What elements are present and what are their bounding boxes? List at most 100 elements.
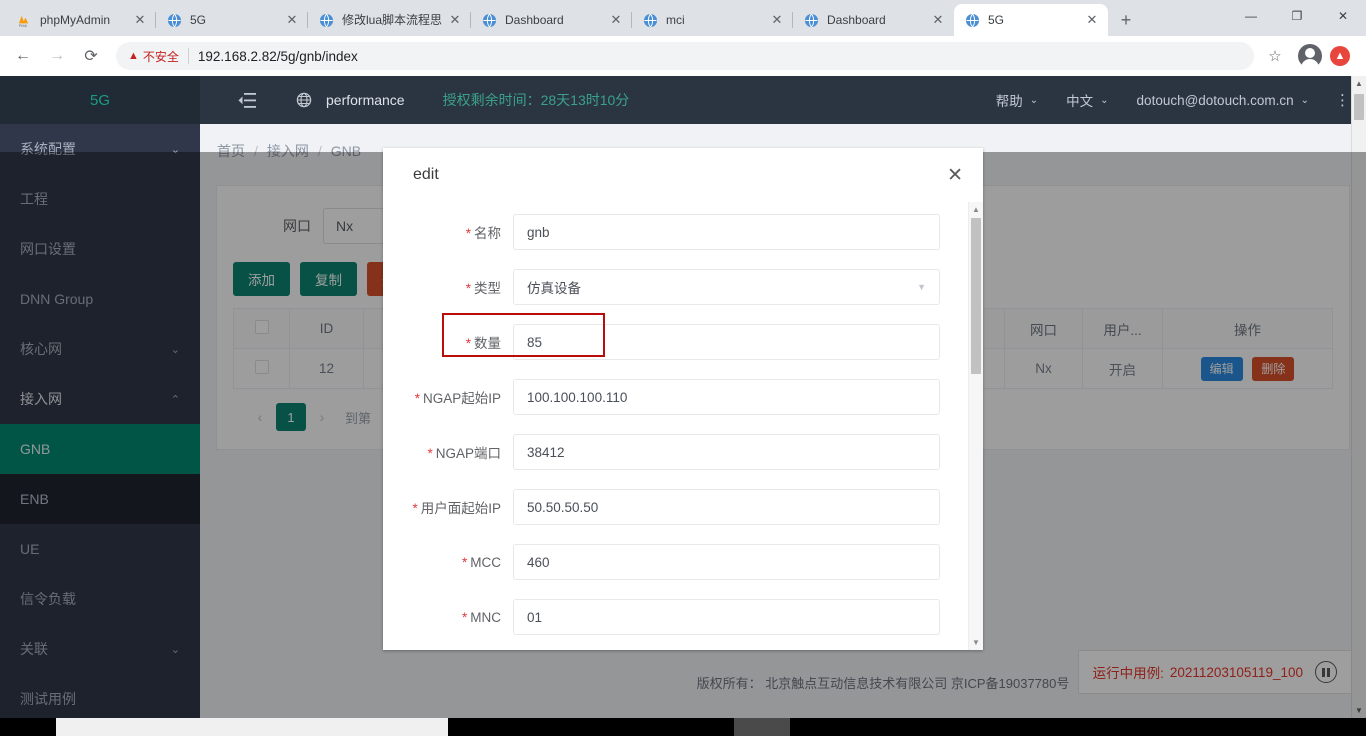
tab-title: Dashboard — [827, 13, 886, 27]
app-header: performance 授权剩余时间：28天13时10分 帮助 ⌄ 中文 ⌄ d… — [200, 76, 1366, 124]
label-mcc: * MCC — [383, 555, 513, 570]
tab-title: mci — [666, 13, 685, 27]
form-row-user-plane-start-ip: * 用户面起始IP 50.50.50.50 — [383, 489, 940, 525]
tab-close-icon[interactable]: ✕ — [132, 12, 148, 28]
input-ngap-port[interactable]: 38412 — [513, 434, 940, 470]
edit-dialog: edit ✕ * 名称 gnb * 类型 仿真设备 ▼ * 数量 85 * NG… — [383, 148, 983, 650]
label-mnc: * MNC — [383, 610, 513, 625]
forward-icon[interactable]: → — [42, 41, 72, 71]
chevron-down-icon: ⌄ — [1029, 94, 1039, 106]
input-name[interactable]: gnb — [513, 214, 940, 250]
browser-tab[interactable]: PMA phpMyAdmin ✕ — [6, 4, 156, 36]
language-label: 中文 — [1066, 94, 1094, 109]
label-text: NGAP起始IP — [422, 391, 501, 406]
required-asterisk: * — [414, 391, 420, 406]
new-tab-button[interactable]: + — [1112, 6, 1140, 34]
page-scrollbar-thumb[interactable] — [1354, 94, 1364, 120]
not-secure-badge[interactable]: ▲ 不安全 — [128, 48, 179, 65]
browser-tab[interactable]: 5G ✕ — [156, 4, 308, 36]
tab-close-icon[interactable]: ✕ — [1084, 12, 1100, 28]
tab-close-icon[interactable]: ✕ — [608, 12, 624, 28]
label-ngap-port: * NGAP端口 — [383, 442, 513, 462]
tab-close-icon[interactable]: ✕ — [930, 12, 946, 28]
label-name: * 名称 — [383, 222, 513, 242]
form-row-ngap-start-ip: * NGAP起始IP 100.100.100.110 — [383, 379, 940, 415]
browser-tab[interactable]: 修改lua脚本流程思 ✕ — [308, 4, 471, 36]
input-mcc-value: 460 — [527, 554, 550, 570]
label-text: 名称 — [474, 226, 501, 241]
browser-toolbar: ← → ⟳ ▲ 不安全 192.168.2.82/5g/gnb/index ☆ … — [0, 36, 1366, 76]
form-row-quantity: * 数量 85 — [383, 313, 940, 360]
warning-triangle-icon: ▲ — [128, 50, 139, 62]
select-type-value: 仿真设备 — [527, 281, 581, 296]
tab-title: phpMyAdmin — [40, 13, 111, 27]
taskbar-segment — [56, 718, 448, 736]
collapse-menu-icon[interactable] — [234, 87, 260, 113]
window-minimize-button[interactable]: — — [1228, 0, 1274, 32]
label-text: 用户面起始IP — [420, 501, 501, 516]
dialog-scrollbar[interactable]: ▲ ▼ — [968, 202, 983, 650]
language-menu[interactable]: 中文 ⌄ — [1066, 90, 1108, 110]
input-ngap-start-ip-value: 100.100.100.110 — [527, 389, 628, 405]
close-icon[interactable]: ✕ — [947, 166, 963, 185]
browser-tab[interactable]: Dashboard ✕ — [793, 4, 954, 36]
form-row-name: * 名称 gnb — [383, 214, 940, 250]
tab-close-icon[interactable]: ✕ — [447, 12, 463, 28]
chevron-down-icon: ▼ — [917, 282, 926, 292]
header-right-actions: 帮助 ⌄ 中文 ⌄ dotouch@dotouch.com.cn ⌄ ⋮ — [968, 90, 1366, 110]
window-maximize-button[interactable]: ❐ — [1274, 0, 1320, 32]
back-icon[interactable]: ← — [8, 41, 38, 71]
scroll-down-icon[interactable]: ▼ — [969, 635, 983, 650]
dialog-body: * 名称 gnb * 类型 仿真设备 ▼ * 数量 85 * NGAP起始IP … — [383, 202, 983, 650]
label-text: NGAP端口 — [435, 446, 501, 461]
required-asterisk: * — [465, 336, 471, 351]
tab-title: 5G — [190, 13, 207, 27]
globe-icon — [318, 12, 334, 28]
star-icon[interactable]: ☆ — [1260, 41, 1290, 71]
profile-avatar-icon[interactable] — [1298, 44, 1322, 70]
required-asterisk: * — [465, 281, 471, 296]
help-menu[interactable]: 帮助 ⌄ — [996, 90, 1038, 110]
scroll-up-icon[interactable]: ▲ — [969, 202, 983, 217]
input-quantity-value: 85 — [527, 334, 543, 350]
scrollbar-thumb[interactable] — [971, 218, 981, 374]
required-asterisk: * — [461, 609, 468, 625]
tab-close-icon[interactable]: ✕ — [769, 12, 785, 28]
label-text: MCC — [470, 554, 501, 570]
browser-tab[interactable]: Dashboard ✕ — [471, 4, 632, 36]
globe-icon[interactable] — [296, 92, 312, 108]
input-ngap-start-ip[interactable]: 100.100.100.110 — [513, 379, 940, 415]
select-type[interactable]: 仿真设备 ▼ — [513, 269, 940, 305]
page-scroll-up-icon[interactable]: ▲ — [1352, 76, 1366, 91]
form-row-mcc: * MCC 460 — [383, 544, 940, 580]
update-arrow-icon[interactable]: ▲ — [1330, 46, 1350, 66]
address-bar[interactable]: ▲ 不安全 192.168.2.82/5g/gnb/index — [116, 42, 1254, 70]
reload-icon[interactable]: ⟳ — [76, 41, 106, 71]
label-type: * 类型 — [383, 277, 513, 297]
browser-tab-active[interactable]: 5G ✕ — [954, 4, 1108, 36]
window-close-button[interactable]: ✕ — [1320, 0, 1366, 32]
account-menu[interactable]: dotouch@dotouch.com.cn ⌄ — [1137, 93, 1309, 108]
license-remaining-label: 授权剩余时间：28天13时10分 — [442, 92, 630, 108]
required-asterisk: * — [465, 226, 471, 241]
taskbar-segment — [734, 718, 790, 736]
input-mnc-value: 01 — [527, 609, 543, 625]
input-quantity[interactable]: 85 — [513, 324, 940, 360]
input-mnc[interactable]: 01 — [513, 599, 940, 635]
required-asterisk: * — [412, 501, 418, 516]
tab-strip: PMA phpMyAdmin ✕ 5G ✕ 修改lua脚本流程思 ✕ Dashb… — [0, 0, 1366, 36]
project-name-label: performance — [326, 92, 405, 108]
svg-text:PMA: PMA — [18, 24, 27, 28]
input-mcc[interactable]: 460 — [513, 544, 940, 580]
help-label: 帮助 — [995, 94, 1023, 109]
vertical-dots-icon[interactable]: ⋮ — [1335, 91, 1350, 109]
label-text: 类型 — [474, 281, 501, 296]
browser-tab[interactable]: mci ✕ — [632, 4, 793, 36]
tab-title: Dashboard — [505, 13, 564, 27]
input-name-value: gnb — [527, 224, 550, 240]
required-asterisk: * — [427, 446, 433, 461]
phpmyadmin-icon: PMA — [16, 12, 32, 28]
form-row-type: * 类型 仿真设备 ▼ — [383, 269, 940, 305]
input-user-plane-start-ip[interactable]: 50.50.50.50 — [513, 489, 940, 525]
tab-close-icon[interactable]: ✕ — [284, 12, 300, 28]
